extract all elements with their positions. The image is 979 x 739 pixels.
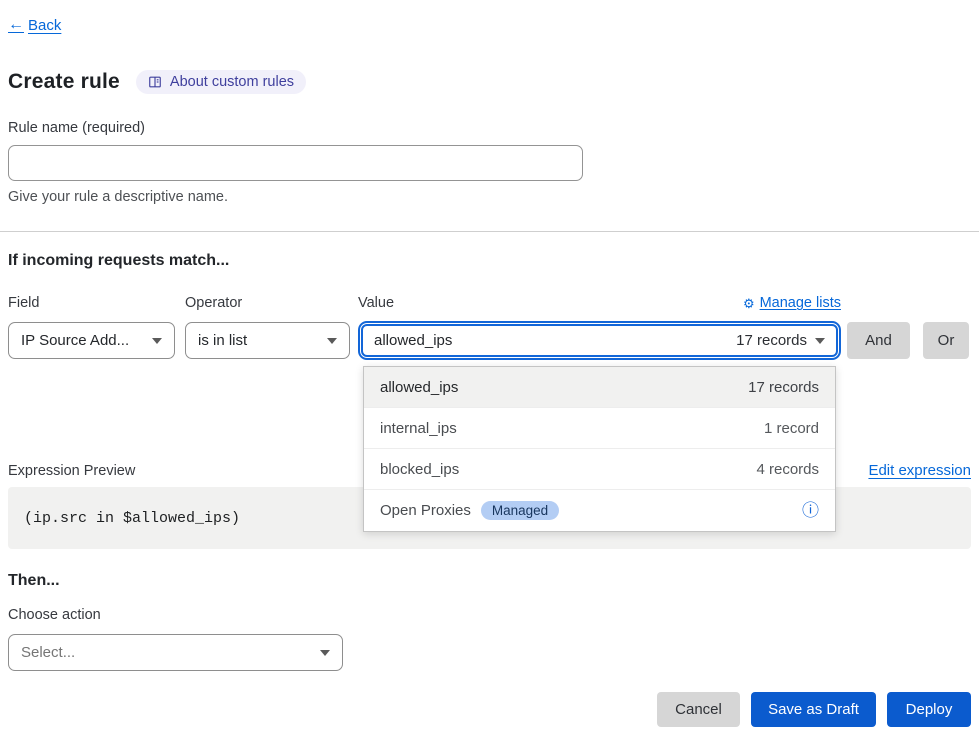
or-button[interactable]: Or: [923, 322, 969, 359]
about-custom-rules-badge[interactable]: About custom rules: [136, 70, 306, 94]
value-combobox-value: allowed_ips: [374, 332, 452, 349]
create-rule-page: ←Back Create rule About custom rules Rul…: [0, 0, 979, 739]
then-section-heading: Then...: [8, 572, 971, 591]
field-select[interactable]: IP Source Add...: [8, 322, 175, 359]
field-label: Field: [8, 295, 185, 311]
manage-lists-label: Manage lists: [760, 295, 841, 311]
edit-expression-link[interactable]: Edit expression: [868, 462, 971, 479]
chevron-down-icon: [320, 650, 330, 656]
chevron-down-icon: [152, 338, 162, 344]
list-option-records: 4 records: [756, 461, 819, 478]
save-as-draft-button[interactable]: Save as Draft: [751, 692, 876, 727]
match-section-heading: If incoming requests match...: [8, 252, 971, 272]
operator-select-value: is in list: [198, 332, 247, 349]
value-label: Value: [358, 295, 394, 311]
rule-name-helper: Give your rule a descriptive name.: [8, 189, 971, 207]
list-option-internal-ips[interactable]: internal_ips 1 record: [364, 408, 835, 449]
list-option-records: 1 record: [764, 420, 819, 437]
expression-preview-label: Expression Preview: [8, 463, 135, 479]
rule-name-label: Rule name (required): [8, 120, 971, 138]
managed-badge: Managed: [481, 501, 559, 521]
list-option-blocked-ips[interactable]: blocked_ips 4 records: [364, 449, 835, 490]
chevron-down-icon: [327, 338, 337, 344]
action-select[interactable]: Select...: [8, 634, 343, 671]
field-select-value: IP Source Add...: [21, 332, 129, 349]
operator-select[interactable]: is in list: [185, 322, 350, 359]
chevron-down-icon: [815, 338, 825, 344]
value-combobox[interactable]: allowed_ips 17 records: [358, 321, 841, 360]
operator-label: Operator: [185, 295, 358, 311]
book-icon: [148, 75, 162, 89]
list-option-open-proxies[interactable]: Open Proxies Managed ⓘ: [364, 490, 835, 531]
expression-code-text: (ip.src in $allowed_ips): [24, 510, 240, 527]
back-link-label: Back: [28, 17, 61, 34]
list-option-name: internal_ips: [380, 420, 457, 437]
about-badge-label: About custom rules: [170, 74, 294, 90]
list-option-allowed-ips[interactable]: allowed_ips 17 records: [364, 367, 835, 408]
deploy-button[interactable]: Deploy: [887, 692, 971, 727]
rule-name-input[interactable]: [8, 145, 583, 181]
info-icon[interactable]: ⓘ: [802, 502, 819, 519]
action-select-placeholder: Select...: [21, 644, 75, 661]
list-option-name: allowed_ips: [380, 379, 458, 396]
list-option-name: blocked_ips: [380, 461, 459, 478]
arrow-left-icon: ←: [8, 16, 24, 34]
manage-lists-link[interactable]: ⚙ Manage lists: [743, 295, 841, 311]
gear-icon: ⚙: [743, 297, 755, 310]
lists-dropdown: allowed_ips 17 records internal_ips 1 re…: [363, 366, 836, 532]
back-link[interactable]: ←Back: [8, 16, 61, 34]
value-records-count: 17 records: [736, 332, 807, 349]
page-title: Create rule: [8, 70, 120, 94]
list-option-name: Open Proxies: [380, 502, 471, 519]
list-option-records: 17 records: [748, 379, 819, 396]
cancel-button[interactable]: Cancel: [657, 692, 740, 727]
section-divider: [0, 231, 979, 232]
and-button[interactable]: And: [847, 322, 910, 359]
choose-action-label: Choose action: [8, 607, 971, 625]
